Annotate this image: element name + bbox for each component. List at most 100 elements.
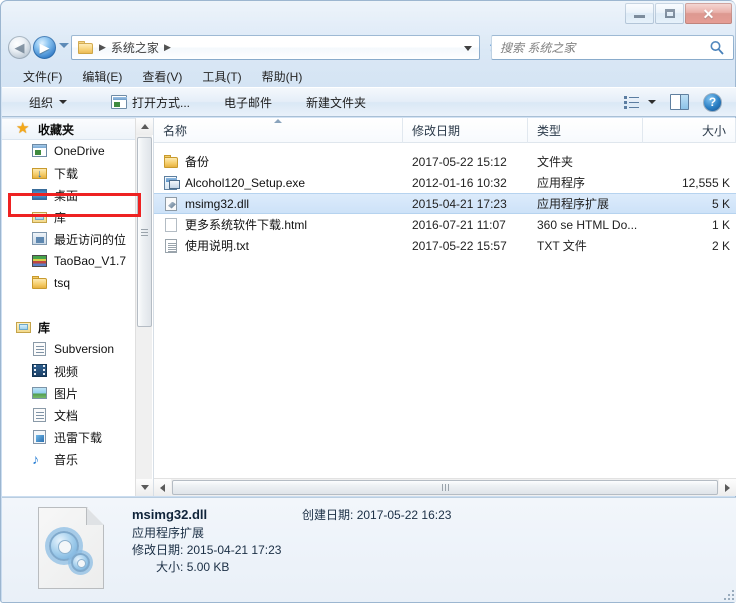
menu-item-tools[interactable]: 工具(T): [193, 66, 250, 87]
search-box[interactable]: 搜索 系统之家: [491, 35, 734, 60]
file-list-header: 名称 修改日期 类型 大小: [154, 118, 736, 143]
column-header-type[interactable]: 类型: [528, 118, 643, 143]
recent-pages-dropdown-icon[interactable]: [59, 43, 69, 48]
file-name-label: 更多系统软件下载.html: [185, 218, 308, 232]
help-button[interactable]: ?: [703, 90, 722, 114]
chevron-up-icon: [140, 124, 149, 129]
file-modified-cell: 2016-07-21 11:07: [412, 217, 506, 232]
resize-grip-icon[interactable]: [722, 588, 734, 600]
file-name-cell[interactable]: 使用说明.txt: [154, 237, 403, 254]
open-with-label: 打开方式...: [132, 95, 191, 110]
scrollbar-thumb[interactable]: [137, 137, 152, 327]
details-file-type: 应用程序扩展: [132, 526, 205, 540]
organize-button[interactable]: 组织: [20, 90, 76, 114]
sidebar-item-label: Subversion: [54, 342, 115, 356]
sidebar-item-label: TaoBao_V1.7: [54, 254, 127, 268]
file-size-cell: 12,555 K: [681, 175, 730, 190]
open-with-button[interactable]: 打开方式...: [102, 90, 199, 114]
forward-button[interactable]: ▶: [33, 36, 56, 59]
file-name-label: 备份: [185, 155, 210, 169]
folder-icon: [32, 275, 48, 291]
view-dropdown-button[interactable]: [642, 90, 656, 114]
sidebar-item-library-fav[interactable]: 库: [2, 206, 136, 228]
column-header-date-modified[interactable]: 修改日期: [403, 118, 528, 143]
sidebar-item-documents[interactable]: 文档: [2, 404, 136, 426]
menu-item-view[interactable]: 查看(V): [133, 66, 191, 87]
sidebar-item-taobao[interactable]: TaoBao_V1.7: [2, 250, 136, 272]
column-header-size[interactable]: 大小: [643, 118, 736, 143]
help-icon: ?: [703, 92, 722, 112]
library-icon: [32, 209, 48, 225]
breadcrumb-separator-trailing-icon[interactable]: ▶: [164, 42, 171, 53]
new-folder-button[interactable]: 新建文件夹: [297, 90, 375, 114]
sidebar-section-libraries[interactable]: 库: [2, 316, 136, 338]
sidebar-item-subversion[interactable]: Subversion: [2, 338, 136, 360]
sidebar-item-label: tsq: [54, 276, 71, 290]
sidebar-item-tsq[interactable]: tsq: [2, 272, 136, 294]
navigation-tree: ★ 收藏夹 OneDrive ↓ 下载 桌面 库 最近访问的位 TaoBao_V…: [2, 118, 136, 470]
folder-icon: [163, 154, 179, 170]
table-row[interactable]: 备份 2017-05-22 15:12 文件夹: [154, 151, 736, 172]
title-bar: ✕: [1, 1, 736, 31]
address-bar[interactable]: ▶ 系统之家 ▶: [71, 35, 480, 60]
menu-item-file[interactable]: 文件(F): [14, 66, 71, 87]
email-button[interactable]: 电子邮件: [215, 90, 281, 114]
navigation-pane: ★ 收藏夹 OneDrive ↓ 下载 桌面 库 最近访问的位 TaoBao_V…: [2, 118, 154, 496]
breadcrumb-item-current[interactable]: 系统之家: [111, 39, 159, 56]
file-modified-cell: 2015-04-21 17:23: [412, 196, 507, 211]
sidebar-item-onedrive[interactable]: OneDrive: [2, 140, 136, 162]
scroll-left-button[interactable]: [154, 479, 171, 496]
sidebar-item-label: 文档: [54, 408, 79, 423]
file-modified-cell: 2012-01-16 10:32: [412, 175, 507, 190]
address-dropdown-icon[interactable]: [464, 46, 472, 51]
details-file-name: msimg32.dll: [132, 507, 208, 522]
close-icon: ✕: [702, 5, 715, 22]
file-name-cell[interactable]: Alcohol120_Setup.exe: [154, 175, 403, 191]
maximize-button[interactable]: [655, 3, 684, 24]
table-row[interactable]: 更多系统软件下载.html 2016-07-21 11:07 360 se HT…: [154, 214, 736, 235]
file-size-cell: 1 K: [711, 217, 730, 232]
file-name-cell[interactable]: 更多系统软件下载.html: [154, 216, 403, 233]
sidebar-item-desktop[interactable]: 桌面: [2, 184, 136, 206]
details-modified-label: 修改日期:: [132, 543, 184, 557]
desktop-icon: [32, 187, 48, 203]
file-type-cell: 360 se HTML Do...: [537, 217, 638, 232]
chevron-down-icon: [59, 100, 68, 104]
explorer-body: ★ 收藏夹 OneDrive ↓ 下载 桌面 库 最近访问的位 TaoBao_V…: [2, 118, 736, 496]
scrollbar-thumb[interactable]: [172, 480, 718, 495]
change-view-button[interactable]: [624, 90, 640, 114]
sidebar-item-pictures[interactable]: 图片: [2, 382, 136, 404]
chevron-down-icon: [648, 100, 656, 104]
sidebar-item-recent-places[interactable]: 最近访问的位: [2, 228, 136, 250]
close-button[interactable]: ✕: [685, 3, 732, 24]
scroll-up-button[interactable]: [136, 118, 153, 135]
preview-pane-button[interactable]: [670, 90, 689, 114]
details-secondary-info: 创建日期: 2017-05-22 16:23: [302, 507, 451, 524]
file-list-horizontal-scrollbar[interactable]: [154, 478, 736, 496]
scroll-down-button[interactable]: [136, 479, 153, 496]
scroll-right-button[interactable]: [719, 479, 736, 496]
minimize-button[interactable]: [625, 3, 654, 24]
back-button[interactable]: ◀: [8, 36, 31, 59]
books-icon: [32, 253, 48, 269]
sidebar-item-thunder-download[interactable]: 迅雷下载: [2, 426, 136, 448]
back-arrow-icon: ◀: [14, 40, 25, 55]
navigation-pane-scrollbar[interactable]: [135, 118, 153, 496]
column-header-name[interactable]: 名称: [154, 118, 403, 143]
file-name-cell[interactable]: msimg32.dll: [154, 196, 403, 212]
document-icon: [32, 407, 48, 423]
file-name-cell[interactable]: 备份: [154, 153, 403, 170]
maximize-icon: [664, 9, 675, 18]
sidebar-item-videos[interactable]: 视频: [2, 360, 136, 382]
table-row-selected[interactable]: msimg32.dll 2015-04-21 17:23 应用程序扩展 5 K: [154, 193, 736, 214]
menu-item-edit[interactable]: 编辑(E): [73, 66, 131, 87]
sidebar-item-music[interactable]: ♪ 音乐: [2, 448, 136, 470]
search-input[interactable]: 搜索 系统之家: [500, 39, 575, 56]
sidebar-section-favorites[interactable]: ★ 收藏夹: [2, 118, 136, 140]
sidebar-section-label: 库: [38, 320, 51, 335]
table-row[interactable]: Alcohol120_Setup.exe 2012-01-16 10:32 应用…: [154, 172, 736, 193]
menu-item-help[interactable]: 帮助(H): [253, 66, 312, 87]
table-row[interactable]: 使用说明.txt 2017-05-22 15:57 TXT 文件 2 K: [154, 235, 736, 256]
sidebar-item-downloads[interactable]: ↓ 下载: [2, 162, 136, 184]
